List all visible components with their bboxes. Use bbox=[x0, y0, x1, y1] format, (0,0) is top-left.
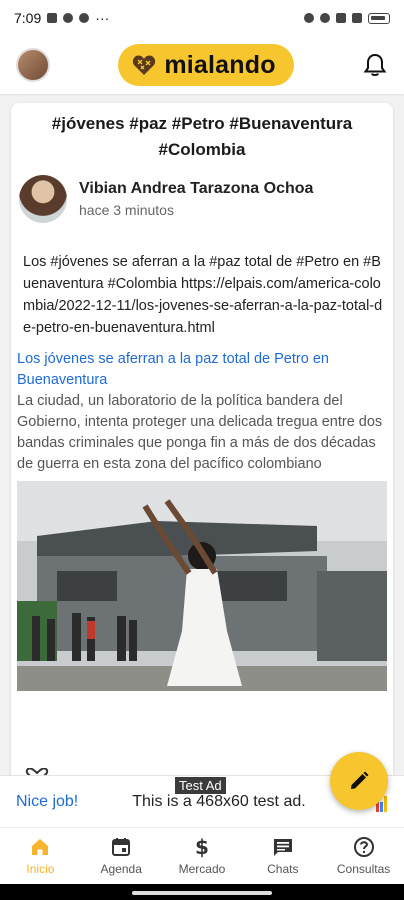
nav-label-chats: Chats bbox=[267, 862, 299, 876]
pencil-icon bbox=[351, 771, 369, 789]
home-gesture-handle[interactable] bbox=[132, 891, 272, 895]
signal-icon bbox=[336, 13, 346, 23]
messenger-notification-icon bbox=[63, 13, 74, 23]
profile-avatar[interactable] bbox=[16, 48, 50, 82]
new-post-button[interactable] bbox=[330, 752, 388, 810]
author-name[interactable]: Vibian Andrea Tarazona Ochoa bbox=[79, 180, 313, 198]
app-header: mialando bbox=[0, 36, 404, 94]
rotation-icon bbox=[320, 13, 330, 23]
post-author-row[interactable]: Vibian Andrea Tarazona Ochoa hace 3 minu… bbox=[11, 175, 393, 223]
nav-label-consultas: Consultas bbox=[336, 862, 391, 876]
post-time: hace 3 minutos bbox=[79, 202, 174, 218]
help-icon bbox=[353, 837, 374, 857]
author-avatar[interactable] bbox=[19, 175, 67, 223]
heart-logo-icon bbox=[133, 55, 156, 75]
brand-name: mialando bbox=[164, 50, 276, 79]
test-ad-label: Test Ad bbox=[175, 777, 226, 794]
nav-consultas[interactable]: Consultas bbox=[323, 828, 404, 884]
link-preview-description: La ciudad, un laboratorio de la política… bbox=[17, 393, 383, 472]
status-time: 7:09 bbox=[14, 10, 42, 26]
battery-icon bbox=[368, 12, 390, 24]
nav-inicio[interactable]: Inicio bbox=[0, 828, 81, 884]
nav-chats[interactable]: Chats bbox=[242, 828, 323, 884]
link-preview-image[interactable] bbox=[17, 481, 387, 691]
dollar-icon: $ bbox=[195, 836, 209, 858]
home-icon bbox=[32, 839, 49, 855]
news-photo bbox=[17, 481, 387, 691]
svg-text:$: $ bbox=[195, 836, 209, 858]
post-card[interactable]: #jóvenes #paz #Petro #Buenaventura #Colo… bbox=[11, 103, 393, 783]
nav-label-inicio: Inicio bbox=[26, 862, 55, 876]
status-bar: 7:09 ··· bbox=[0, 0, 404, 36]
ad-nice-job[interactable]: Nice job! bbox=[16, 793, 78, 811]
alarm-icon bbox=[304, 13, 314, 23]
nav-label-mercado: Mercado bbox=[178, 862, 226, 876]
chat-icon bbox=[273, 839, 292, 856]
nav-agenda[interactable]: Agenda bbox=[81, 828, 162, 884]
post-title: #jóvenes #paz #Petro #Buenaventura #Colo… bbox=[51, 114, 353, 159]
bottom-navigation: Inicio Agenda $ Mercado Chats Consultas bbox=[0, 827, 404, 884]
bell-icon[interactable] bbox=[362, 52, 388, 78]
more-notifications-indicator: ··· bbox=[95, 10, 110, 26]
gallery-notification-icon bbox=[47, 13, 58, 23]
brand-logo: mialando bbox=[118, 44, 294, 86]
messenger-notification-icon bbox=[79, 13, 90, 23]
ad-text[interactable]: This is a 468x60 test ad. bbox=[132, 793, 305, 811]
nav-mercado[interactable]: $ Mercado bbox=[162, 828, 243, 884]
wifi-icon bbox=[352, 13, 362, 23]
post-body: Los #jóvenes se aferran a la #paz total … bbox=[23, 254, 383, 336]
calendar-icon bbox=[112, 838, 131, 856]
nav-label-agenda: Agenda bbox=[100, 862, 142, 876]
link-preview-title[interactable]: Los jóvenes se aferran a la paz total de… bbox=[11, 349, 393, 391]
